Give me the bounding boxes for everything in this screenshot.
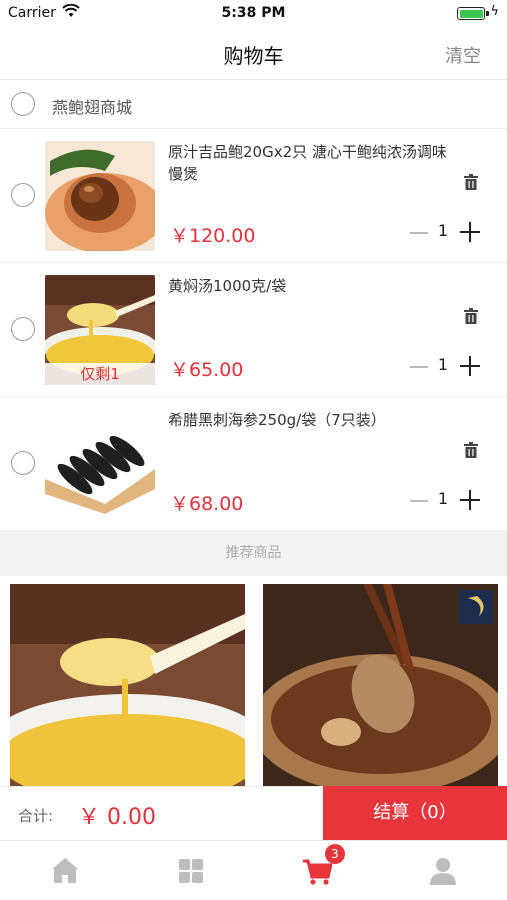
tab-bar <box>0 840 507 900</box>
cart-count-badge: 3 <box>325 844 345 864</box>
recommend-section-title: 推荐商品 <box>0 530 507 576</box>
decrease-button[interactable] <box>410 366 428 368</box>
cart-item: 希腊黑刺海参250g/袋（7只装） ￥68.00 1 <box>0 396 507 530</box>
delete-icon[interactable] <box>462 173 480 191</box>
total-amount: ￥ 0.00 <box>78 805 156 830</box>
item-price: ￥120.00 <box>170 225 256 247</box>
product-image-soup[interactable]: 仅剩1 <box>45 275 155 385</box>
item-price: ￥65.00 <box>170 359 244 381</box>
delete-icon[interactable] <box>462 441 480 459</box>
item-name: 希腊黑刺海参250g/袋（7只装） <box>168 411 386 429</box>
item-select-radio[interactable] <box>11 317 35 341</box>
status-time: 5:38 PM <box>221 5 286 21</box>
decrease-button[interactable] <box>410 500 428 502</box>
quantity-stepper: 1 <box>410 355 484 379</box>
clear-button[interactable]: 清空 <box>445 42 481 68</box>
charging-icon: ϟ <box>490 4 499 19</box>
shop-select-radio[interactable] <box>11 92 35 116</box>
quantity-value: 1 <box>437 489 449 508</box>
category-grid-icon[interactable] <box>176 853 206 887</box>
product-image-sea-cucumber[interactable] <box>45 409 155 519</box>
cart-item: 仅剩1 黄焖汤1000克/袋 ￥65.00 1 <box>0 262 507 396</box>
shop-header: 燕鲍翅商城 <box>0 80 507 128</box>
item-select-radio[interactable] <box>11 183 35 207</box>
item-name: 黄焖汤1000克/袋 <box>168 277 287 295</box>
item-price: ￥68.00 <box>170 493 244 515</box>
item-name: 原汁吉品鲍20Gx2只 溏心干鲍纯浓汤调味慢煲 <box>168 143 447 183</box>
cart-item: 原汁吉品鲍20Gx2只 溏心干鲍纯浓汤调味慢煲 ￥120.00 1 <box>0 128 507 262</box>
increase-button[interactable] <box>460 490 480 510</box>
stock-badge: 仅剩1 <box>45 363 155 385</box>
shop-name: 燕鲍翅商城 <box>52 98 133 117</box>
delete-icon[interactable] <box>462 307 480 325</box>
battery-icon <box>457 7 489 20</box>
increase-button[interactable] <box>460 356 480 376</box>
item-select-radio[interactable] <box>11 451 35 475</box>
nav-bar: 购物车 清空 <box>0 28 507 80</box>
status-bar: Carrier 5:38 PM ϟ <box>0 0 507 28</box>
decrease-button[interactable] <box>410 232 428 234</box>
profile-icon[interactable] <box>428 853 458 887</box>
increase-button[interactable] <box>460 222 480 242</box>
quantity-stepper: 1 <box>410 221 484 245</box>
product-image-abalone[interactable] <box>45 141 155 251</box>
checkout-button[interactable]: 结算（0） <box>323 786 507 840</box>
quantity-value: 1 <box>437 221 449 240</box>
quantity-value: 1 <box>437 355 449 374</box>
recommend-product-image-abalone[interactable] <box>263 584 498 786</box>
home-icon[interactable] <box>50 853 80 887</box>
total-bar: 合计: ￥ 0.00 <box>0 786 323 840</box>
quantity-stepper: 1 <box>410 489 484 513</box>
page-title: 购物车 <box>223 44 284 68</box>
recommend-product-image-soup[interactable] <box>10 584 245 786</box>
total-label: 合计: <box>18 807 54 825</box>
